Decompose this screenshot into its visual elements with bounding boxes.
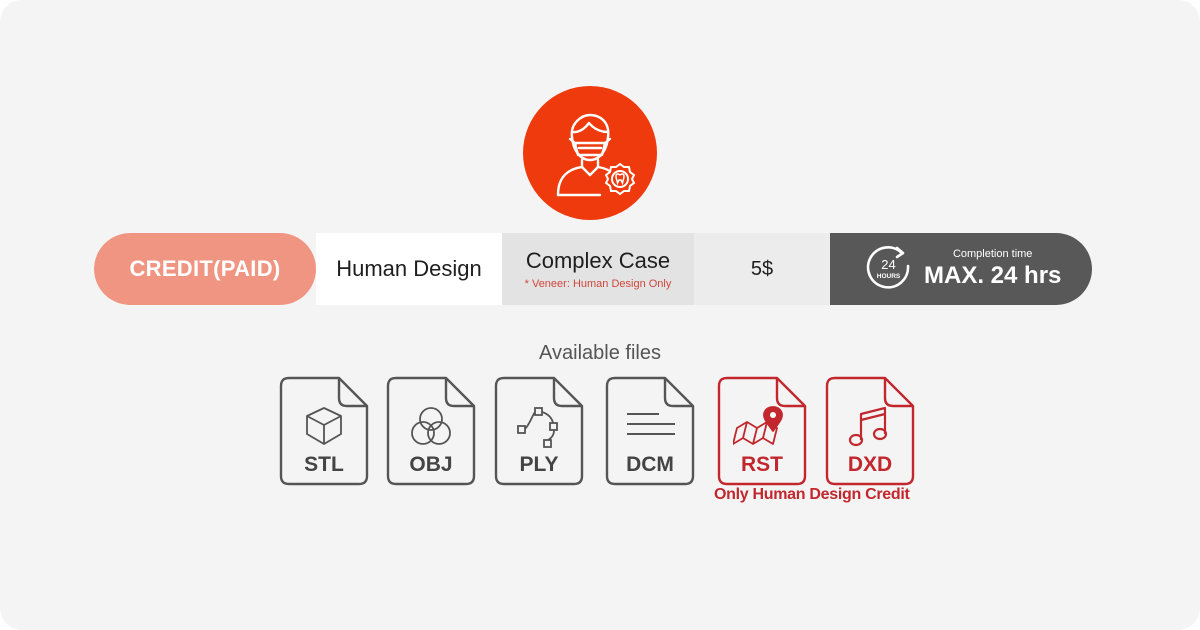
clock-text: HOURS: [877, 273, 901, 280]
file-obj: OBJ: [386, 376, 476, 486]
24-hours-clock-icon: 24 HOURS: [866, 246, 910, 289]
restricted-files-note: Only Human Design Credit: [714, 486, 910, 503]
dentist-avatar: [523, 86, 657, 220]
file-ply: PLY: [494, 376, 584, 486]
clock-number: 24: [881, 257, 895, 272]
available-files-title: Available files: [539, 342, 661, 364]
three-circles-icon: [411, 407, 451, 445]
product-card: CREDIT(PAID) Human Design Complex Case *…: [0, 0, 1200, 630]
file-ext-label: DXD: [847, 453, 893, 476]
completion-time: Completion time MAX. 24 hrs: [924, 248, 1061, 290]
file-rst: RST: [717, 376, 807, 486]
file-ext-label: DCM: [626, 453, 674, 476]
case-type-cell: Complex Case * Veneer: Human Design Only: [502, 233, 694, 305]
price-cell: 5$: [694, 233, 830, 305]
case-note: * Veneer: Human Design Only: [524, 278, 672, 290]
file-stl: STL: [279, 376, 369, 486]
case-title: Complex Case: [525, 248, 671, 273]
file-ext-label: PLY: [519, 453, 559, 476]
vector-path-icon: [517, 407, 558, 448]
completion-time-cell: 24 HOURS Completion time MAX. 24 hrs: [830, 233, 1092, 305]
design-type-cell: Human Design: [316, 233, 502, 305]
completion-value: MAX. 24 hrs: [924, 262, 1062, 289]
credit-type-label: CREDIT(PAID): [129, 256, 281, 281]
map-pin-icon: [733, 406, 783, 445]
file-dxd: DXD: [825, 376, 915, 486]
music-note-icon: [848, 406, 888, 447]
lines-document-icon: [627, 413, 675, 435]
file-ext-label: OBJ: [409, 453, 453, 476]
plan-info-bar: CREDIT(PAID) Human Design Complex Case *…: [94, 233, 1092, 305]
file-ext-label: RST: [741, 453, 783, 476]
design-type-label: Human Design: [336, 256, 482, 281]
file-ext-label: STL: [304, 453, 344, 476]
file-dcm: DCM: [605, 376, 695, 486]
credit-type-badge: CREDIT(PAID): [94, 233, 316, 305]
completion-label: Completion time: [952, 248, 1033, 260]
cube-icon: [306, 407, 342, 445]
price-value: 5$: [750, 257, 774, 280]
tooth-badge-icon: [604, 162, 636, 196]
